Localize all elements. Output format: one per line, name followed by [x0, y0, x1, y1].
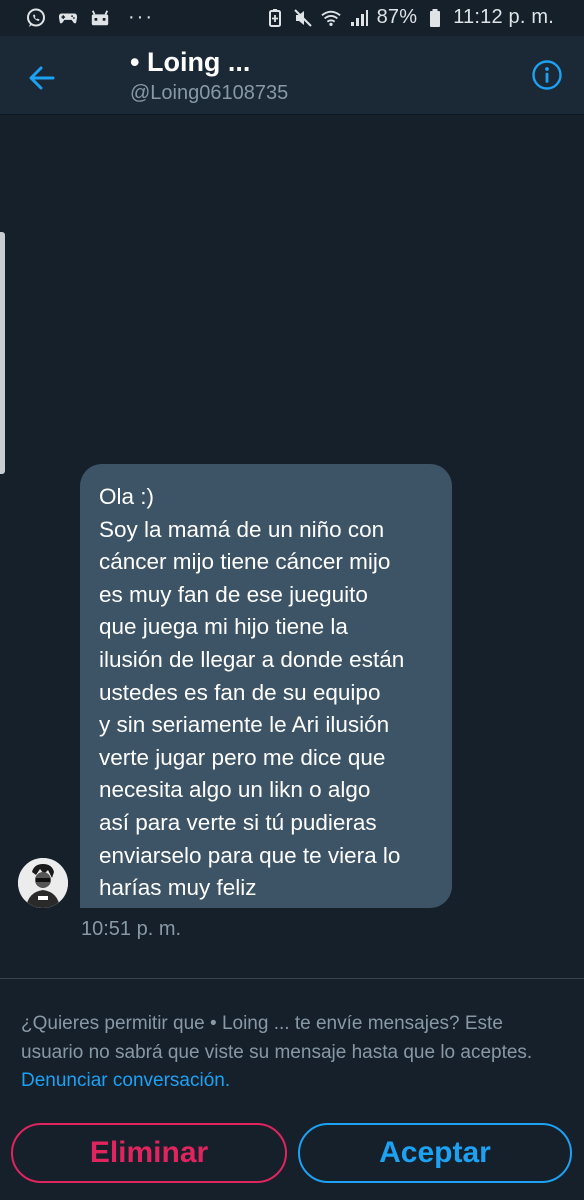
- arrow-left-icon: [29, 66, 55, 90]
- message-line: que juega mi hijo tiene la: [99, 614, 348, 640]
- battery-saver-icon: [265, 8, 285, 28]
- system-icons: 87% 11:12 p. m.: [265, 6, 554, 29]
- message-line: y sin seriamente le Ari ilusión: [99, 712, 390, 738]
- info-icon: [532, 60, 562, 90]
- message-line: cáncer mijo tiene cáncer mijo: [99, 549, 391, 575]
- signal-icon: [349, 8, 369, 28]
- more-notifications: ···: [128, 6, 154, 28]
- status-bar: ··· 87% 11:12 p. m.: [0, 0, 584, 36]
- message-line: así para verte si tú pudieras: [99, 809, 377, 835]
- message-bubble[interactable]: Ola :) Soy la mamá de un niño con cáncer…: [80, 464, 452, 908]
- message-request-notice: ¿Quieres permitir que • Loing ... te env…: [21, 1010, 566, 1096]
- request-text: ¿Quieres permitir que • Loing ... te env…: [21, 1013, 533, 1063]
- message-line: ilusión de llegar a donde están: [99, 646, 405, 672]
- game-controller-icon: [58, 8, 78, 28]
- conversation-title-block[interactable]: • Loing ... @Loing06108735: [130, 44, 288, 106]
- divider: [0, 978, 584, 979]
- user-handle: @Loing06108735: [130, 82, 289, 104]
- accept-button[interactable]: Aceptar: [298, 1123, 572, 1183]
- app-notification-icon: [90, 8, 110, 28]
- notification-icons: ···: [26, 6, 154, 29]
- mute-icon: [293, 8, 313, 28]
- battery-percent: 87%: [376, 6, 418, 28]
- report-conversation-link[interactable]: Denunciar conversación.: [21, 1070, 230, 1091]
- avatar[interactable]: [18, 858, 68, 908]
- message-line: es muy fan de ese jueguito: [99, 581, 368, 607]
- whatsapp-icon: [26, 8, 46, 28]
- back-button[interactable]: [22, 58, 62, 98]
- clock: 11:12 p. m.: [453, 6, 554, 28]
- delete-button[interactable]: Eliminar: [11, 1123, 287, 1183]
- battery-icon: [425, 8, 445, 28]
- info-button[interactable]: [530, 58, 564, 92]
- message-line: Ola :): [99, 484, 155, 509]
- message-line: enviarselo para que te viera lo: [99, 842, 401, 868]
- message-line: ustedes es fan de su equipo: [99, 679, 381, 705]
- message-line: harías muy feliz: [99, 875, 257, 901]
- conversation-header: • Loing ... @Loing06108735: [0, 36, 584, 115]
- conversation-title: • Loing ...: [130, 47, 251, 77]
- scroll-indicator[interactable]: [0, 232, 5, 474]
- message-timestamp: 10:51 p. m.: [81, 918, 182, 940]
- message-line: necesita algo un likn o algo: [99, 777, 371, 803]
- wifi-icon: [320, 8, 341, 28]
- message-line: Soy la mamá de un niño con: [99, 516, 385, 542]
- message-line: verte jugar pero me dice que: [99, 744, 386, 770]
